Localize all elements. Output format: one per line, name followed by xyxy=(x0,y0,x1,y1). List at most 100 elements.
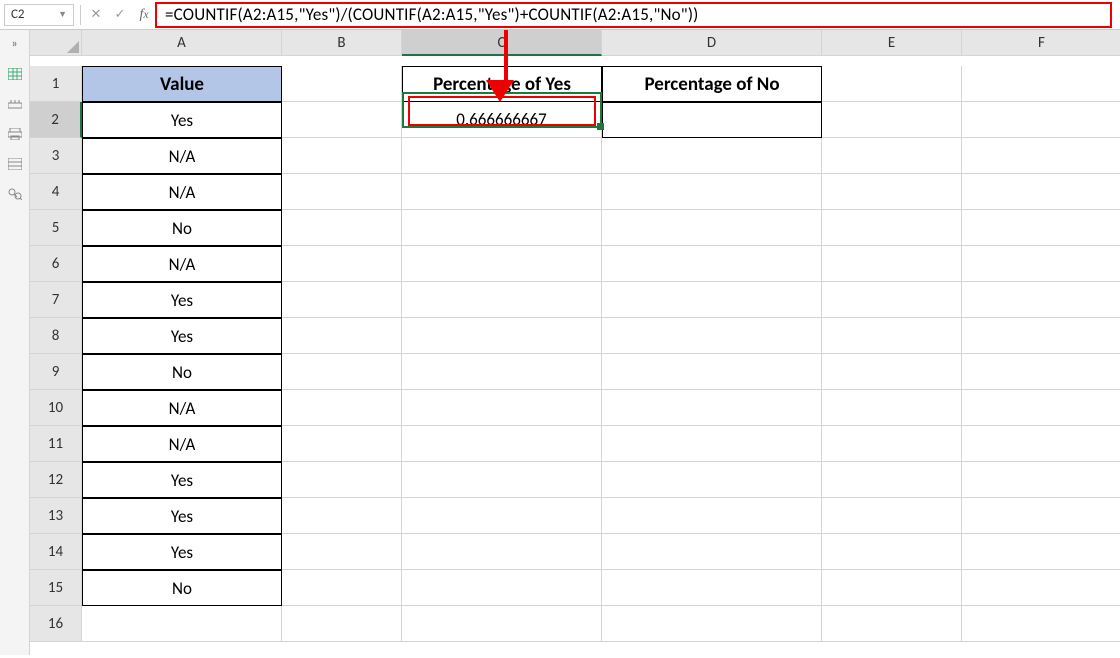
cell-c4[interactable] xyxy=(402,174,602,210)
cell-f4[interactable] xyxy=(962,174,1120,210)
cell-f16[interactable] xyxy=(962,606,1120,642)
cell-a8[interactable]: Yes xyxy=(82,318,282,354)
cell-a5[interactable]: No xyxy=(82,210,282,246)
col-header-a[interactable]: A xyxy=(82,30,282,56)
cell-f11[interactable] xyxy=(962,426,1120,462)
cell-e4[interactable] xyxy=(822,174,962,210)
cell-a2[interactable]: Yes xyxy=(82,102,282,138)
cell-d5[interactable] xyxy=(602,210,822,246)
cell-e12[interactable] xyxy=(822,462,962,498)
cell-c8[interactable] xyxy=(402,318,602,354)
col-header-d[interactable]: D xyxy=(602,30,822,56)
cell-f8[interactable] xyxy=(962,318,1120,354)
sidebar-print-icon[interactable] xyxy=(7,126,23,142)
cell-c13[interactable] xyxy=(402,498,602,534)
cell-a9[interactable]: No xyxy=(82,354,282,390)
cell-a11[interactable]: N/A xyxy=(82,426,282,462)
row-header-15[interactable]: 15 xyxy=(30,570,82,606)
cell-d13[interactable] xyxy=(602,498,822,534)
cell-b3[interactable] xyxy=(282,138,402,174)
cell-b6[interactable] xyxy=(282,246,402,282)
row-header-8[interactable]: 8 xyxy=(30,318,82,354)
row-header-13[interactable]: 13 xyxy=(30,498,82,534)
cell-a1[interactable]: Value xyxy=(82,66,282,102)
cell-f2[interactable] xyxy=(962,102,1120,138)
cell-d11[interactable] xyxy=(602,426,822,462)
cell-a14[interactable]: Yes xyxy=(82,534,282,570)
cell-e9[interactable] xyxy=(822,354,962,390)
name-box[interactable]: C2 ▼ xyxy=(4,4,74,26)
cell-e16[interactable] xyxy=(822,606,962,642)
formula-input[interactable]: =COUNTIF(A2:A15,"Yes")/(COUNTIF(A2:A15,"… xyxy=(159,3,1116,27)
cell-b11[interactable] xyxy=(282,426,402,462)
cell-b5[interactable] xyxy=(282,210,402,246)
row-header-5[interactable]: 5 xyxy=(30,210,82,246)
cell-a16[interactable] xyxy=(82,606,282,642)
cell-a7[interactable]: Yes xyxy=(82,282,282,318)
col-header-b[interactable]: B xyxy=(282,30,402,56)
cell-a4[interactable]: N/A xyxy=(82,174,282,210)
row-header-7[interactable]: 7 xyxy=(30,282,82,318)
row-header-1[interactable]: 1 xyxy=(30,66,82,102)
cell-d6[interactable] xyxy=(602,246,822,282)
cell-a10[interactable]: N/A xyxy=(82,390,282,426)
cell-b13[interactable] xyxy=(282,498,402,534)
row-header-14[interactable]: 14 xyxy=(30,534,82,570)
cell-e6[interactable] xyxy=(822,246,962,282)
cell-c6[interactable] xyxy=(402,246,602,282)
col-header-e[interactable]: E xyxy=(822,30,962,56)
cell-e5[interactable] xyxy=(822,210,962,246)
row-header-3[interactable]: 3 xyxy=(30,138,82,174)
cell-f1[interactable] xyxy=(962,66,1120,102)
row-header-16[interactable]: 16 xyxy=(30,606,82,642)
cell-f15[interactable] xyxy=(962,570,1120,606)
row-header-2[interactable]: 2 xyxy=(30,102,82,138)
cell-d9[interactable] xyxy=(602,354,822,390)
cell-b2[interactable] xyxy=(282,102,402,138)
cell-d2[interactable] xyxy=(602,102,822,138)
cell-c10[interactable] xyxy=(402,390,602,426)
cell-b16[interactable] xyxy=(282,606,402,642)
col-header-f[interactable]: F xyxy=(962,30,1120,56)
cell-c9[interactable] xyxy=(402,354,602,390)
cell-e2[interactable] xyxy=(822,102,962,138)
cell-e7[interactable] xyxy=(822,282,962,318)
sidebar-expand-icon[interactable]: » xyxy=(7,36,23,52)
sidebar-grid-icon[interactable] xyxy=(7,66,23,82)
cell-f7[interactable] xyxy=(962,282,1120,318)
cell-e11[interactable] xyxy=(822,426,962,462)
cell-d8[interactable] xyxy=(602,318,822,354)
cell-e13[interactable] xyxy=(822,498,962,534)
cell-f14[interactable] xyxy=(962,534,1120,570)
row-header-4[interactable]: 4 xyxy=(30,174,82,210)
cell-f9[interactable] xyxy=(962,354,1120,390)
cell-d10[interactable] xyxy=(602,390,822,426)
cell-d15[interactable] xyxy=(602,570,822,606)
cell-b7[interactable] xyxy=(282,282,402,318)
cell-c5[interactable] xyxy=(402,210,602,246)
cell-b9[interactable] xyxy=(282,354,402,390)
cell-b4[interactable] xyxy=(282,174,402,210)
cell-a12[interactable]: Yes xyxy=(82,462,282,498)
cell-f3[interactable] xyxy=(962,138,1120,174)
sidebar-rows-icon[interactable] xyxy=(7,156,23,172)
cell-e10[interactable] xyxy=(822,390,962,426)
cell-b14[interactable] xyxy=(282,534,402,570)
cell-d4[interactable] xyxy=(602,174,822,210)
cell-f10[interactable] xyxy=(962,390,1120,426)
cell-a6[interactable]: N/A xyxy=(82,246,282,282)
cell-d3[interactable] xyxy=(602,138,822,174)
cell-e8[interactable] xyxy=(822,318,962,354)
cell-e14[interactable] xyxy=(822,534,962,570)
cell-e3[interactable] xyxy=(822,138,962,174)
cell-c16[interactable] xyxy=(402,606,602,642)
cell-f13[interactable] xyxy=(962,498,1120,534)
spreadsheet-grid[interactable]: A B C D E F 1 Value Percentage of Yes Pe… xyxy=(30,30,1120,655)
cell-c2[interactable]: 0.666666667 xyxy=(402,102,602,138)
cell-e1[interactable] xyxy=(822,66,962,102)
fx-icon[interactable]: fx xyxy=(135,6,153,24)
cell-c15[interactable] xyxy=(402,570,602,606)
cell-c7[interactable] xyxy=(402,282,602,318)
cell-b15[interactable] xyxy=(282,570,402,606)
col-header-c[interactable]: C xyxy=(402,30,602,56)
